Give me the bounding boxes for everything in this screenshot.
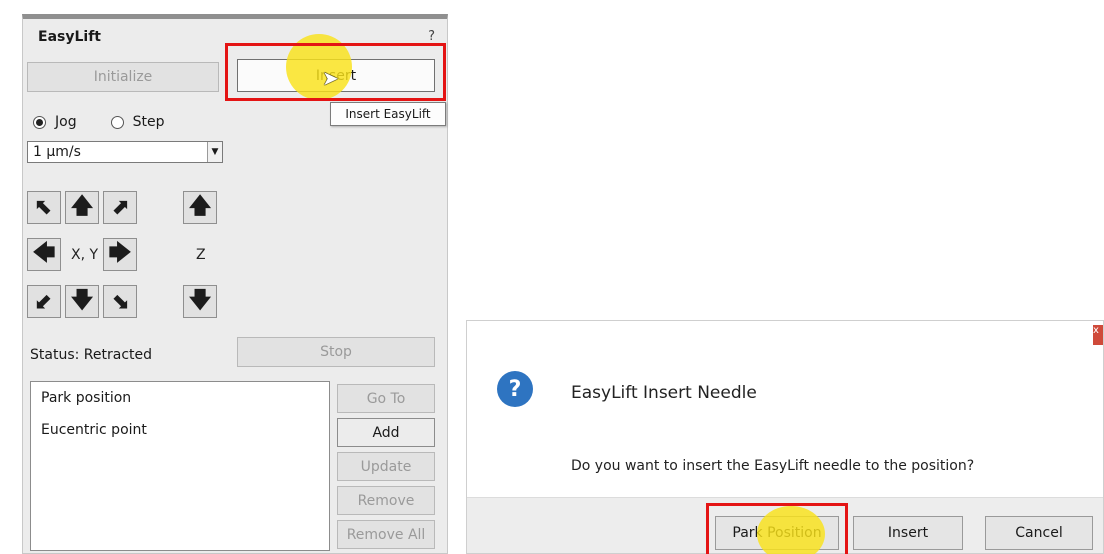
- xy-axis-label: X, Y: [71, 247, 99, 263]
- arrow-down-right-icon[interactable]: ⬊: [103, 285, 137, 318]
- list-item-eucentric-point[interactable]: Eucentric point: [31, 414, 329, 446]
- arrow-up-left-icon[interactable]: ⬉: [27, 191, 61, 224]
- stop-button[interactable]: Stop: [237, 337, 435, 367]
- status-text: Status: Retracted: [30, 347, 153, 363]
- arrow-up-icon[interactable]: 🡅: [65, 191, 99, 224]
- cancel-button[interactable]: Cancel: [985, 516, 1093, 550]
- arrow-left-icon[interactable]: 🡄: [27, 238, 61, 271]
- mouse-cursor-icon: ➤: [322, 66, 339, 90]
- add-button[interactable]: Add: [337, 418, 435, 447]
- z-axis-label: Z: [196, 247, 206, 263]
- close-icon[interactable]: x: [1093, 325, 1103, 345]
- help-button[interactable]: ?: [428, 29, 435, 44]
- arrow-right-icon[interactable]: 🡆: [103, 238, 137, 271]
- step-radio[interactable]: [110, 115, 124, 129]
- goto-button[interactable]: Go To: [337, 384, 435, 413]
- step-label: Step: [132, 114, 165, 130]
- chevron-down-icon[interactable]: ▼: [207, 142, 222, 162]
- mode-radio-group: Jog Step: [33, 114, 164, 130]
- dialog-title: EasyLift Insert Needle: [571, 383, 757, 403]
- arrow-up-right-icon[interactable]: ⬈: [103, 191, 137, 224]
- jog-label: Jog: [55, 114, 77, 130]
- position-list: Park position Eucentric point: [30, 381, 330, 551]
- z-down-arrow-icon[interactable]: 🡇: [183, 285, 217, 318]
- dialog-message: Do you want to insert the EasyLift needl…: [571, 458, 975, 474]
- question-icon: ?: [497, 371, 533, 407]
- insert-tooltip: Insert EasyLift: [330, 102, 446, 126]
- speed-value: 1 µm/s: [33, 144, 81, 160]
- remove-button[interactable]: Remove: [337, 486, 435, 515]
- list-item-park-position[interactable]: Park position: [31, 382, 329, 414]
- z-up-arrow-icon[interactable]: 🡅: [183, 191, 217, 224]
- jog-radio[interactable]: [33, 115, 46, 129]
- arrow-down-left-icon[interactable]: ⬋: [27, 285, 61, 318]
- arrow-down-icon[interactable]: 🡇: [65, 285, 99, 318]
- park-position-highlight-box: [706, 503, 848, 554]
- remove-all-button[interactable]: Remove All: [337, 520, 435, 549]
- speed-select[interactable]: 1 µm/s ▼: [27, 141, 223, 163]
- dialog-insert-button[interactable]: Insert: [853, 516, 963, 550]
- initialize-button[interactable]: Initialize: [27, 62, 219, 92]
- update-button[interactable]: Update: [337, 452, 435, 481]
- panel-title: EasyLift: [38, 29, 101, 45]
